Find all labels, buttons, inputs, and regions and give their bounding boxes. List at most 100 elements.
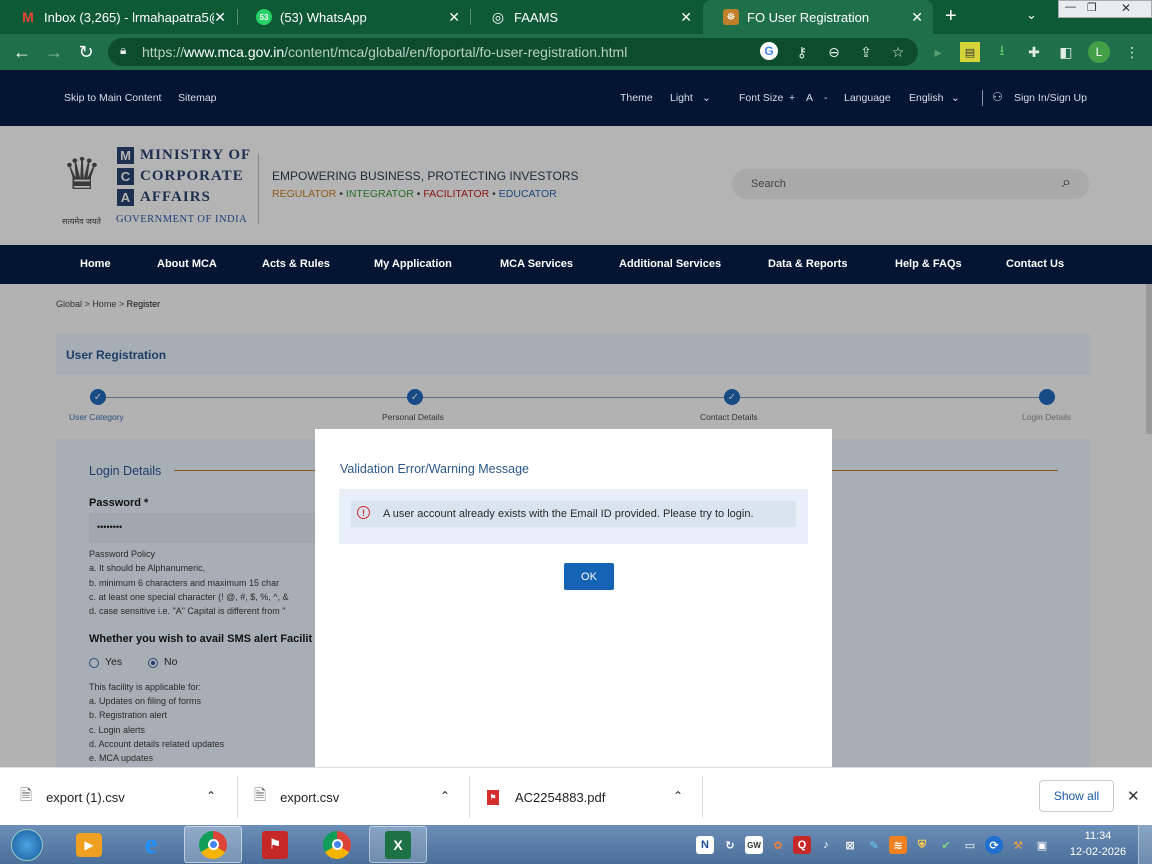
- check-tray-icon[interactable]: ✔: [937, 836, 955, 854]
- sms-no-radio[interactable]: [148, 658, 158, 668]
- close-window-icon[interactable]: ✕: [1121, 1, 1131, 15]
- taskbar-excel[interactable]: X: [369, 826, 427, 863]
- taskbar-internet-explorer[interactable]: e: [122, 826, 180, 863]
- close-tab-icon[interactable]: ✕: [214, 9, 226, 26]
- browser-tab-strip: M Inbox (3,265) - lrmahapatra5@g ✕ 53 (5…: [0, 0, 1152, 34]
- nav-help-faqs[interactable]: Help & FAQs: [895, 258, 962, 270]
- taskbar-media-player[interactable]: ▶: [60, 826, 118, 863]
- download-item[interactable]: ⚑ AC2254883.pdf ⌃: [487, 768, 701, 826]
- q-tray-icon[interactable]: Q: [793, 836, 811, 854]
- google-icon[interactable]: G: [760, 42, 778, 60]
- nav-data-reports[interactable]: Data & Reports: [768, 258, 847, 270]
- volume-icon[interactable]: ♪: [817, 836, 835, 854]
- share-icon[interactable]: ⇪: [856, 42, 876, 62]
- new-tab-icon[interactable]: +: [945, 5, 965, 29]
- download-item[interactable]: 🗎︎ export (1).csv ⌃: [20, 768, 236, 826]
- address-bar[interactable]: 🔒︎ https://www.mca.gov.in/content/mca/gl…: [108, 38, 918, 66]
- password-input[interactable]: ••••••••: [89, 513, 315, 543]
- taskbar-chrome[interactable]: [308, 826, 366, 863]
- profile-avatar[interactable]: L: [1088, 41, 1110, 63]
- app-tray-icon[interactable]: ≋: [889, 836, 907, 854]
- key-icon[interactable]: ⚷: [792, 42, 812, 62]
- chevron-down-icon[interactable]: ⌄: [702, 92, 711, 104]
- breadcrumb: Global > Home > Register: [56, 299, 161, 309]
- sitemap-link[interactable]: Sitemap: [178, 92, 217, 104]
- step-label: User Category: [69, 412, 124, 422]
- breadcrumb-home[interactable]: Home: [92, 299, 116, 309]
- nav-additional-services[interactable]: Additional Services: [619, 258, 721, 270]
- sign-in-link[interactable]: Sign In/Sign Up: [1014, 92, 1087, 104]
- sms-yes-radio[interactable]: [89, 658, 99, 668]
- close-tab-icon[interactable]: ✕: [680, 9, 692, 26]
- taskbar-acrobat[interactable]: ⚑: [246, 826, 304, 863]
- theme-select[interactable]: Light: [670, 92, 693, 104]
- media-player-icon: ▶: [76, 832, 102, 857]
- tab-title: FO User Registration: [747, 9, 870, 25]
- network-disconnected-icon[interactable]: ⊠: [841, 836, 859, 854]
- font-decrease-button[interactable]: -: [824, 92, 828, 104]
- settings-tray-icon[interactable]: ✿: [769, 836, 787, 854]
- divider: [702, 776, 703, 818]
- nav-acts-rules[interactable]: Acts & Rules: [262, 258, 330, 270]
- font-reset-button[interactable]: A: [806, 92, 813, 104]
- extensions-puzzle-icon[interactable]: ✚: [1024, 42, 1044, 62]
- reload-icon[interactable]: ↻: [74, 40, 98, 64]
- show-all-downloads-button[interactable]: Show all: [1039, 780, 1114, 812]
- start-button[interactable]: [2, 826, 52, 863]
- step-complete-check-icon: ✓: [90, 389, 106, 405]
- nav-about-mca[interactable]: About MCA: [157, 258, 217, 270]
- chevron-down-icon[interactable]: ⌄: [951, 92, 960, 104]
- page-scrollbar[interactable]: [1146, 284, 1152, 434]
- tab-faams[interactable]: ◎ FAAMS ✕: [470, 0, 702, 34]
- chevron-up-icon[interactable]: ⌃: [206, 789, 216, 803]
- restore-icon[interactable]: ❐: [1087, 1, 1097, 14]
- chevron-up-icon[interactable]: ⌃: [673, 789, 683, 803]
- monitor-tray-icon[interactable]: ▭: [961, 836, 979, 854]
- tab-whatsapp[interactable]: 53 (53) WhatsApp ✕: [236, 0, 470, 34]
- refresh-tray-icon[interactable]: ↻: [721, 836, 739, 854]
- step-current-dot: [1039, 389, 1055, 405]
- forward-icon[interactable]: →: [42, 40, 66, 64]
- chevron-up-icon[interactable]: ⌃: [440, 789, 450, 803]
- nav-contact-us[interactable]: Contact Us: [1006, 258, 1064, 270]
- back-icon[interactable]: ←: [10, 40, 34, 64]
- csv-file-icon: 🗎︎: [254, 786, 267, 804]
- close-downloads-icon[interactable]: ✕: [1127, 787, 1140, 805]
- font-increase-button[interactable]: +: [789, 92, 795, 104]
- modal-message-box: ! A user account already exists with the…: [339, 489, 808, 544]
- side-panel-icon[interactable]: ◧: [1056, 42, 1076, 62]
- menu-kebab-icon[interactable]: ⋮: [1122, 42, 1142, 62]
- tab-search-chevron-icon[interactable]: ⌄: [1026, 7, 1037, 23]
- nav-home[interactable]: Home: [80, 258, 111, 270]
- ok-button[interactable]: OK: [564, 563, 614, 590]
- download-icon[interactable]: ⭳: [992, 42, 1012, 62]
- system-clock[interactable]: 11:34 12-02-2026: [1062, 828, 1134, 860]
- display-tray-icon[interactable]: ▣: [1033, 836, 1051, 854]
- nav-my-application[interactable]: My Application: [374, 258, 452, 270]
- nav-mca-services[interactable]: MCA Services: [500, 258, 573, 270]
- gw-tray-icon[interactable]: GW: [745, 836, 763, 854]
- pen-tray-icon[interactable]: ✎: [865, 836, 883, 854]
- language-select[interactable]: English: [909, 92, 943, 104]
- onenote-tray-icon[interactable]: N: [696, 836, 714, 854]
- extension-play-icon[interactable]: ▸: [928, 42, 948, 62]
- zoom-icon[interactable]: ⊖: [824, 42, 844, 62]
- download-item[interactable]: 🗎︎ export.csv ⌃: [254, 768, 468, 826]
- taskbar-chrome-profile[interactable]: [184, 826, 242, 863]
- site-search-input[interactable]: Search ⌕: [732, 169, 1089, 199]
- tool-tray-icon[interactable]: ⚒: [1009, 836, 1027, 854]
- sync-tray-icon[interactable]: ⟳: [985, 836, 1003, 854]
- breadcrumb-global[interactable]: Global: [56, 299, 82, 309]
- divider: [258, 154, 259, 224]
- close-tab-icon[interactable]: ✕: [448, 9, 460, 26]
- bookmark-star-icon[interactable]: ☆: [888, 42, 908, 62]
- show-desktop-button[interactable]: [1138, 825, 1152, 864]
- shield-tray-icon[interactable]: ⛨: [913, 836, 931, 854]
- close-tab-icon[interactable]: ✕: [911, 9, 923, 26]
- skip-to-main-link[interactable]: Skip to Main Content: [64, 92, 161, 104]
- minimize-icon[interactable]: —: [1065, 1, 1076, 13]
- tab-gmail[interactable]: M Inbox (3,265) - lrmahapatra5@g ✕: [0, 0, 236, 34]
- search-icon[interactable]: ⌕: [1062, 174, 1071, 192]
- tab-fo-user-registration[interactable]: ☸ FO User Registration ✕: [703, 0, 933, 34]
- extension-notes-icon[interactable]: ▤: [960, 42, 980, 62]
